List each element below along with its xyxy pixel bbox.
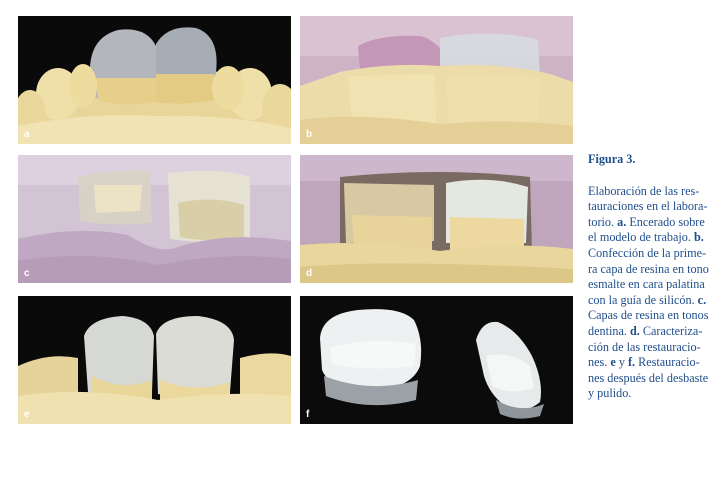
caption-text: nes después del desbaste [588, 370, 709, 385]
caption-line: el modelo de trabajo. b. [588, 230, 714, 246]
polished-restorations-image [300, 296, 573, 424]
photo-panel-a: a [18, 16, 291, 144]
caption-text: Restauracio- [635, 355, 700, 370]
caption-line: dentina. d. Caracteriza- [588, 324, 714, 340]
caption-line: esmalte en cara palatina [588, 277, 714, 293]
caption-panel-ref: d. [629, 323, 640, 338]
figure-caption: Figura 3. Elaboración de las res-tauraci… [588, 152, 714, 402]
caption-line: Confección de la prime- [588, 246, 714, 262]
panel-label-d: d [306, 268, 313, 279]
caption-text: torio. [588, 214, 618, 229]
caption-line: con la guía de silicón. c. [588, 293, 714, 309]
first-resin-layer-image [300, 16, 573, 144]
panel-label-b: b [306, 129, 313, 140]
photo-panel-d: d [300, 155, 573, 283]
panel-label-f: f [306, 409, 310, 420]
caption-text: tauraciones en el labora- [588, 199, 708, 214]
caption-text: dentina. [588, 323, 630, 338]
caption-text: nes. [588, 355, 611, 370]
finished-restorations-model-image [18, 296, 291, 424]
caption-text: Confección de la prime- [588, 245, 707, 260]
caption-text: y [615, 355, 628, 370]
caption-text: Elaboración de las res- [588, 183, 700, 198]
caption-line: tauraciones en el labora- [588, 199, 714, 215]
caption-line: ra capa de resina en tono [588, 262, 714, 278]
caption-text: esmalte en cara palatina [588, 277, 705, 292]
caption-line: nes después del desbaste [588, 371, 714, 387]
caption-text: Encerado sobre [626, 214, 705, 229]
photo-panel-c: c [18, 155, 291, 283]
wax-up-model-image [18, 16, 291, 144]
caption-text: ra capa de resina en tono [588, 261, 709, 276]
caption-text: el modelo de trabajo. [588, 230, 694, 245]
photo-panel-f: f [300, 296, 573, 424]
caption-panel-ref: c. [697, 292, 707, 307]
caption-panel-ref: a. [617, 214, 627, 229]
caption-line: y pulido. [588, 386, 714, 402]
caption-panel-ref: f. [627, 355, 636, 370]
photo-panel-e: e [18, 296, 291, 424]
caption-text: ción de las restauracio- [588, 339, 701, 354]
panel-label-e: e [24, 409, 30, 420]
caption-line: torio. a. Encerado sobre [588, 215, 714, 231]
panel-label-a: a [24, 129, 30, 140]
caption-body: Elaboración de las res-tauraciones en el… [588, 184, 714, 402]
dentin-resin-layers-image [18, 155, 291, 283]
panel-label-c: c [24, 268, 30, 279]
photo-panel-b: b [300, 16, 573, 144]
caption-text: y pulido. [588, 386, 632, 401]
caption-line: Capas de resina en tonos [588, 308, 714, 324]
characterization-image [300, 155, 573, 283]
caption-text: Caracteriza- [639, 323, 703, 338]
caption-line: ción de las restauracio- [588, 340, 714, 356]
caption-text: con la guía de silicón. [588, 292, 698, 307]
caption-line: Elaboración de las res- [588, 184, 714, 200]
caption-line: nes. e y f. Restauracio- [588, 355, 714, 371]
caption-text: Capas de resina en tonos [588, 308, 709, 323]
caption-panel-ref: b. [693, 230, 704, 245]
figure-title: Figura 3. [588, 152, 636, 166]
